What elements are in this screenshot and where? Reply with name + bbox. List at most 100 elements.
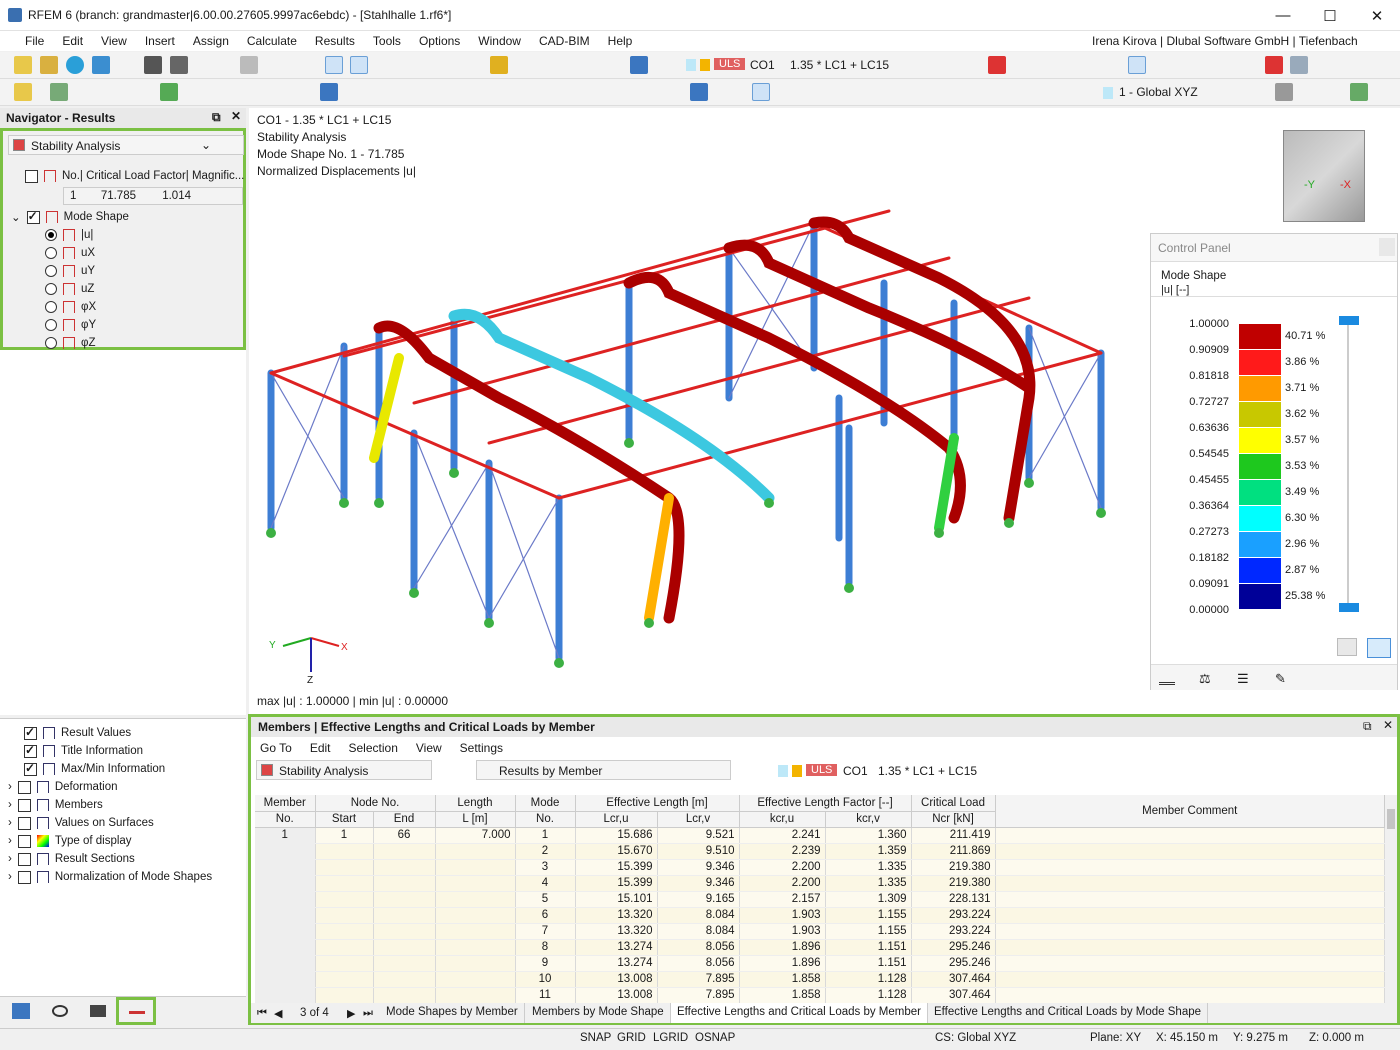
table-menu-view[interactable]: View — [407, 739, 451, 757]
table-row[interactable]: 1013.0087.8951.8581.128307.464 — [255, 971, 1385, 987]
cell-kcru[interactable]: 1.858 — [739, 971, 825, 987]
menu-options[interactable]: Options — [410, 34, 469, 48]
table-scrollbar[interactable] — [1385, 795, 1397, 1003]
cell-kcrv[interactable]: 1.335 — [825, 875, 911, 891]
cell-empty[interactable] — [255, 955, 315, 971]
cell-empty[interactable] — [315, 987, 373, 1003]
expand-icon[interactable]: › — [8, 853, 12, 865]
view-cube[interactable]: -Y -X — [1283, 130, 1365, 222]
coordinate-system-select[interactable]: 1 - Global XYZ — [1119, 85, 1229, 99]
cell-mode[interactable]: 4 — [515, 875, 575, 891]
camera-tab-icon[interactable] — [90, 1005, 106, 1017]
cell-empty[interactable] — [315, 971, 373, 987]
cell-empty[interactable] — [435, 907, 515, 923]
expand-chevron-icon[interactable]: ⌄ — [11, 210, 21, 224]
cell-lcrv[interactable]: 8.084 — [657, 907, 739, 923]
table-row[interactable]: 415.3999.3462.2001.335219.380 — [255, 875, 1385, 891]
cell-empty[interactable] — [315, 891, 373, 907]
cell-empty[interactable] — [255, 971, 315, 987]
cell-empty[interactable] — [373, 971, 435, 987]
radio-uz[interactable] — [45, 283, 57, 295]
expand-icon[interactable]: › — [8, 817, 12, 829]
diagram-icon[interactable] — [752, 83, 770, 101]
minimize-button[interactable]: — — [1260, 0, 1306, 31]
legend-settings-icon[interactable] — [1337, 638, 1357, 656]
cell-comment[interactable] — [995, 939, 1384, 955]
cell-ncr[interactable]: 219.380 — [911, 859, 995, 875]
cell-empty[interactable] — [255, 859, 315, 875]
combo-select[interactable]: 1.35 * LC1 + LC15 — [790, 58, 950, 72]
cell-kcrv[interactable]: 1.335 — [825, 859, 911, 875]
cell-lcru[interactable]: 15.399 — [575, 859, 657, 875]
cell-empty[interactable] — [435, 955, 515, 971]
radio-phiy[interactable] — [45, 319, 57, 331]
cell-empty[interactable] — [255, 843, 315, 859]
cell-lcrv[interactable]: 7.895 — [657, 987, 739, 1003]
navigator-close-icon[interactable]: ✕ — [231, 109, 241, 123]
cell-kcru[interactable]: 1.858 — [739, 987, 825, 1003]
cell-member[interactable]: 1 — [255, 827, 315, 843]
expand-icon[interactable]: › — [8, 799, 12, 811]
cell-ncr[interactable]: 211.869 — [911, 843, 995, 859]
tab-effective-lengths-by-member[interactable]: Effective Lengths and Critical Loads by … — [671, 1003, 928, 1023]
cell-lcru[interactable]: 13.008 — [575, 987, 657, 1003]
cell-lcru[interactable]: 13.274 — [575, 955, 657, 971]
expand-icon[interactable]: › — [8, 835, 12, 847]
list-tab-icon[interactable]: ☰ — [1237, 671, 1249, 687]
delete-icon[interactable] — [988, 56, 1006, 74]
cell-kcrv[interactable]: 1.128 — [825, 971, 911, 987]
table-menu-edit[interactable]: Edit — [301, 739, 340, 757]
mode-table-checkbox[interactable] — [25, 170, 38, 183]
cell-comment[interactable] — [995, 891, 1384, 907]
cell-empty[interactable] — [435, 843, 515, 859]
cell-empty[interactable] — [435, 971, 515, 987]
table-menu-goto[interactable]: Go To — [251, 739, 301, 757]
cell-lcru[interactable]: 15.399 — [575, 875, 657, 891]
cell-mode[interactable]: 1 — [515, 827, 575, 843]
cell-empty[interactable] — [435, 939, 515, 955]
cell-empty[interactable] — [373, 891, 435, 907]
cell-ncr[interactable]: 211.419 — [911, 827, 995, 843]
radio-phiz[interactable] — [45, 337, 57, 349]
legend-slider-top[interactable] — [1339, 316, 1359, 325]
osnap-toggle[interactable]: OSNAP — [695, 1032, 735, 1044]
settings-icon[interactable] — [1350, 83, 1368, 101]
maxmin-checkbox[interactable] — [24, 763, 37, 776]
cell-empty[interactable] — [315, 939, 373, 955]
cell-comment[interactable] — [995, 859, 1384, 875]
cell-empty[interactable] — [315, 907, 373, 923]
cell-mode[interactable]: 3 — [515, 859, 575, 875]
menu-results[interactable]: Results — [306, 34, 364, 48]
scrollbar-thumb[interactable] — [1387, 809, 1395, 829]
web-service-icon[interactable] — [92, 56, 110, 74]
menu-view[interactable]: View — [92, 34, 136, 48]
cell-mode[interactable]: 8 — [515, 939, 575, 955]
table-row[interactable]: 1113.0087.8951.8581.128307.464 — [255, 987, 1385, 1003]
cell-empty[interactable] — [255, 875, 315, 891]
cell-lcrv[interactable]: 7.895 — [657, 971, 739, 987]
table-restore-icon[interactable]: ⧉ — [1363, 719, 1372, 734]
cell-kcrv[interactable]: 1.359 — [825, 843, 911, 859]
cell-kcru[interactable]: 2.157 — [739, 891, 825, 907]
table-menu-settings[interactable]: Settings — [451, 739, 512, 757]
cell-kcrv[interactable]: 1.155 — [825, 907, 911, 923]
cell-end[interactable]: 66 — [373, 827, 435, 843]
radio-ux[interactable] — [45, 247, 57, 259]
cell-kcrv[interactable]: 1.360 — [825, 827, 911, 843]
cell-empty[interactable] — [315, 923, 373, 939]
cell-kcru[interactable]: 2.241 — [739, 827, 825, 843]
mode-shape-checkbox[interactable] — [27, 211, 40, 224]
cell-kcrv[interactable]: 1.128 — [825, 987, 911, 1003]
menu-edit[interactable]: Edit — [53, 34, 92, 48]
cube-icon[interactable] — [1290, 56, 1308, 74]
cell-ncr[interactable]: 295.246 — [911, 939, 995, 955]
cell-comment[interactable] — [995, 827, 1384, 843]
table-row[interactable]: 613.3208.0841.9031.155293.224 — [255, 907, 1385, 923]
cell-lcru[interactable]: 15.686 — [575, 827, 657, 843]
menu-assign[interactable]: Assign — [184, 34, 238, 48]
cell-kcrv[interactable]: 1.151 — [825, 939, 911, 955]
table-row[interactable]: 215.6709.5102.2391.359211.869 — [255, 843, 1385, 859]
cell-empty[interactable] — [373, 859, 435, 875]
cell-kcrv[interactable]: 1.309 — [825, 891, 911, 907]
cell-empty[interactable] — [315, 859, 373, 875]
